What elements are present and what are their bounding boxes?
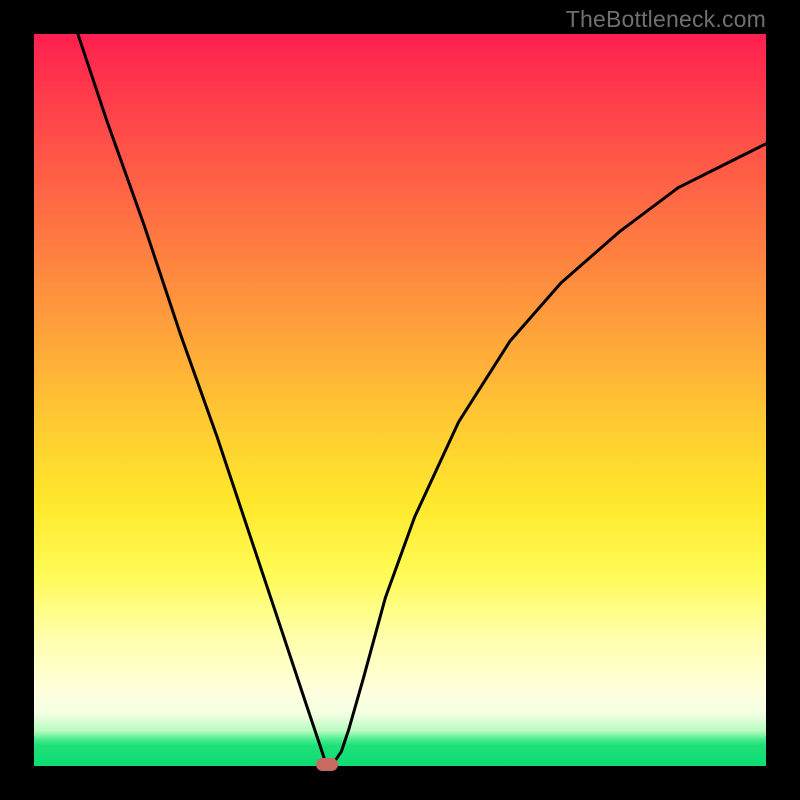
- plot-area: [34, 34, 766, 766]
- watermark-text: TheBottleneck.com: [566, 6, 766, 33]
- minimum-marker: [316, 758, 338, 771]
- bottleneck-curve: [34, 34, 766, 766]
- chart-frame: TheBottleneck.com: [0, 0, 800, 800]
